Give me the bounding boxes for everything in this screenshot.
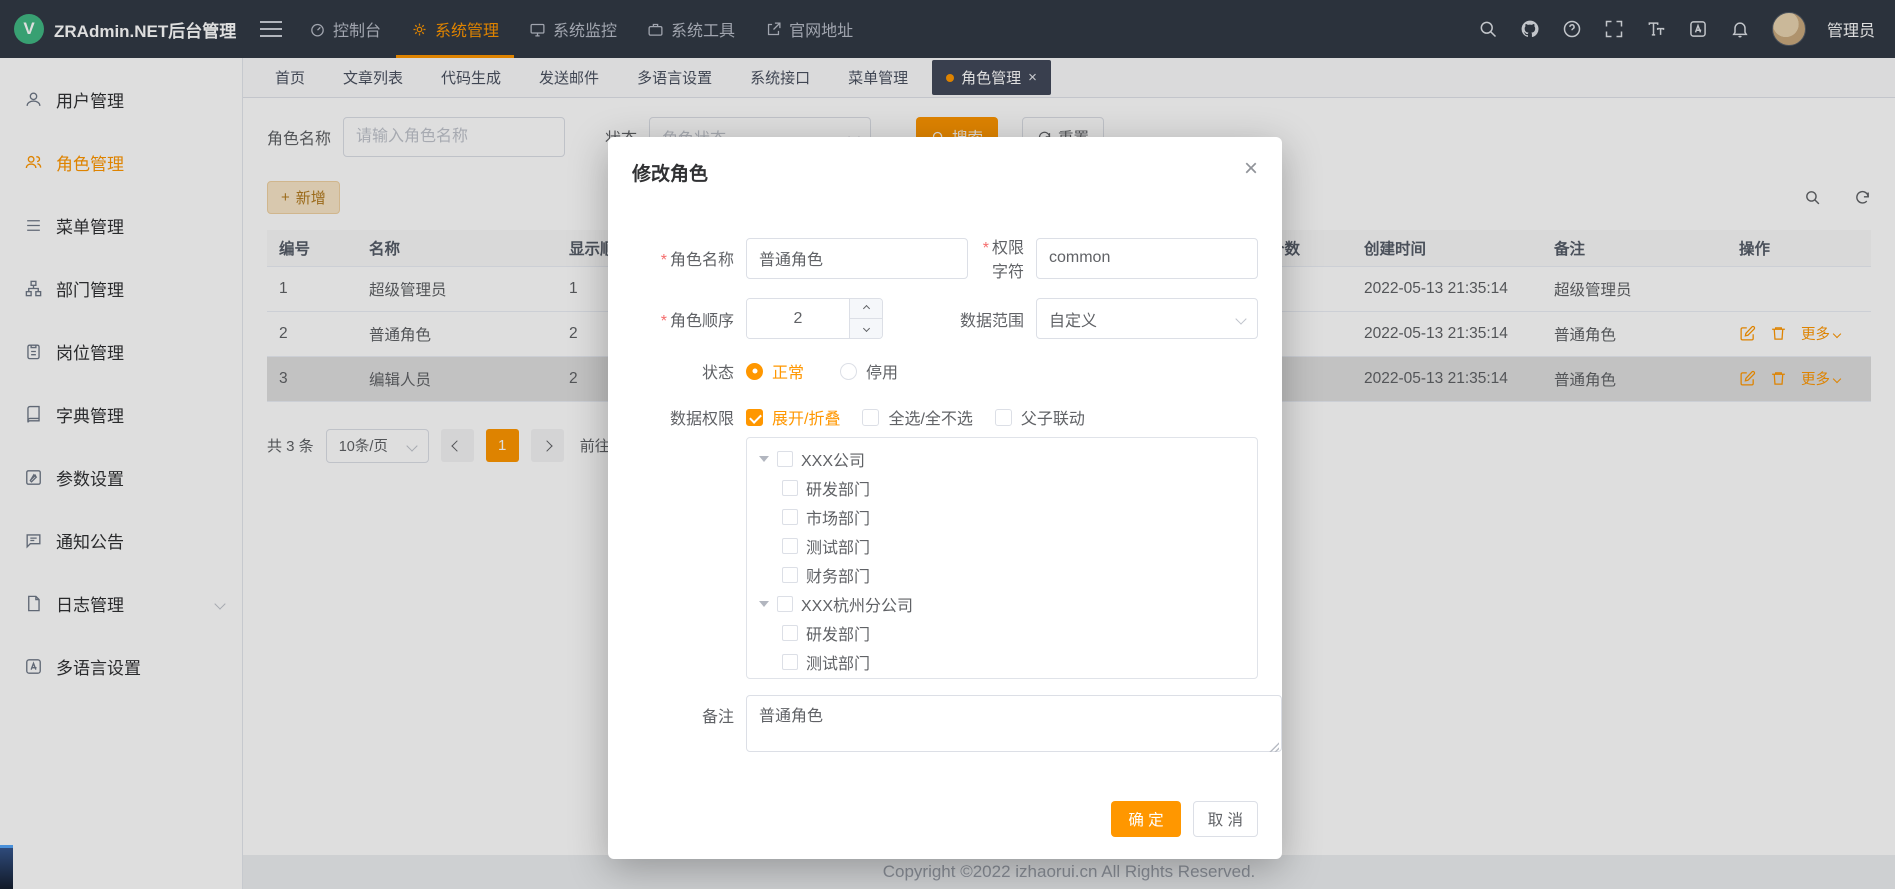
tree-checkbox[interactable] (782, 567, 798, 583)
perm-char-input[interactable] (1036, 238, 1258, 279)
data-permission-label: 数据权限 (632, 405, 746, 429)
tree-node-dept[interactable]: 测试部门 (747, 647, 1257, 676)
taskbar-sliver (0, 845, 13, 889)
required-asterisk: * (983, 240, 989, 257)
role-order-label: *角色顺序 (632, 307, 746, 331)
checkbox-icon (862, 409, 879, 426)
close-icon[interactable]: × (1244, 159, 1258, 179)
chevron-down-icon (1235, 313, 1246, 324)
cancel-button[interactable]: 取 消 (1193, 801, 1258, 837)
radio-selected-icon (746, 363, 763, 380)
dialog-footer: 确 定 取 消 (1111, 801, 1258, 837)
parent-child-link-checkbox[interactable]: 父子联动 (995, 405, 1085, 429)
tree-node-company-2[interactable]: XXX杭州分公司 (747, 589, 1257, 618)
data-scope-select[interactable]: 自定义 (1036, 298, 1258, 339)
increase-button[interactable] (850, 299, 882, 319)
tree-checkbox[interactable] (782, 480, 798, 496)
dialog-body: *角色名称 *权限字符 *角色顺序 数据范围 自定义 状态 (608, 186, 1282, 757)
tree-checkbox[interactable] (782, 538, 798, 554)
chevron-up-icon (862, 305, 869, 312)
tree-node-dept[interactable]: 财务部门 (747, 560, 1257, 589)
remark-label: 备注 (632, 695, 746, 727)
tree-node-dept[interactable]: 研发部门 (747, 473, 1257, 502)
tree-node-company-1[interactable]: XXX公司 (747, 444, 1257, 473)
required-asterisk: * (661, 313, 667, 330)
role-order-stepper (746, 298, 883, 339)
chevron-down-icon (862, 325, 869, 332)
tree-node-dept[interactable]: 测试部门 (747, 531, 1257, 560)
remark-textarea-wrap: 普通角色 (746, 695, 1282, 757)
role-name-input[interactable] (746, 238, 968, 279)
tree-node-dept[interactable]: 市场部门 (747, 502, 1257, 531)
role-name-label: *角色名称 (632, 246, 746, 270)
edit-role-dialog: 修改角色 × *角色名称 *权限字符 *角色顺序 数据范围 自定义 (608, 137, 1282, 859)
required-asterisk: * (661, 252, 667, 269)
tree-checkbox[interactable] (782, 509, 798, 525)
remark-textarea[interactable]: 普通角色 (746, 695, 1282, 752)
tree-checkbox[interactable] (777, 596, 793, 612)
permission-tree: XXX公司 研发部门 市场部门 测试部门 财务部门 (746, 437, 1258, 679)
dialog-title: 修改角色 (632, 159, 708, 186)
checkbox-icon (995, 409, 1012, 426)
checkbox-checked-icon (746, 409, 763, 426)
caret-down-icon[interactable] (759, 456, 769, 462)
tree-checkbox[interactable] (782, 654, 798, 670)
tree-checkbox[interactable] (777, 451, 793, 467)
perm-char-label: *权限字符 (968, 234, 1036, 282)
tree-checkbox[interactable] (782, 625, 798, 641)
caret-down-icon[interactable] (759, 601, 769, 607)
status-radio-disabled[interactable]: 停用 (840, 359, 898, 383)
radio-unselected-icon (840, 363, 857, 380)
status-radio-normal[interactable]: 正常 (746, 359, 804, 383)
role-order-input[interactable] (747, 299, 849, 338)
data-scope-label: 数据范围 (883, 307, 1036, 331)
confirm-button[interactable]: 确 定 (1111, 801, 1180, 837)
dialog-header: 修改角色 × (608, 137, 1282, 186)
decrease-button[interactable] (850, 319, 882, 338)
expand-collapse-checkbox[interactable]: 展开/折叠 (746, 405, 840, 429)
tree-node-dept[interactable]: 研发部门 (747, 618, 1257, 647)
status-label: 状态 (632, 359, 746, 383)
select-all-checkbox[interactable]: 全选/全不选 (862, 405, 972, 429)
